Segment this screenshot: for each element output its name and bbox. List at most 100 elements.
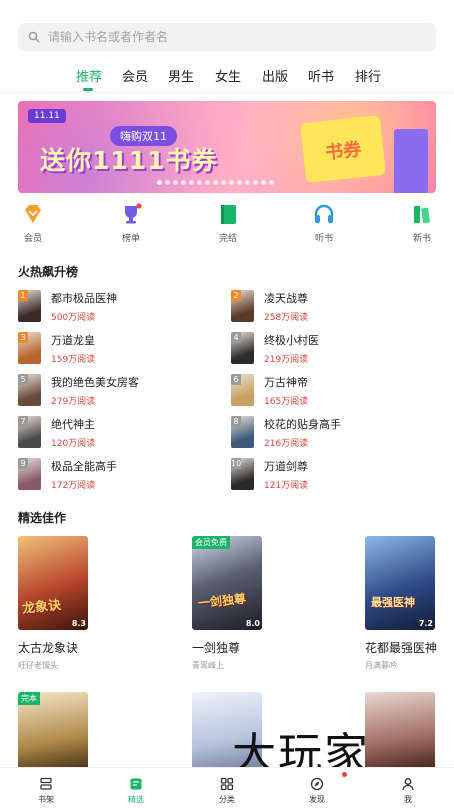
ranking-book-cover: 1 <box>18 290 41 322</box>
book-cover-title: 一剑独尊 <box>197 591 247 611</box>
pagination-dot[interactable] <box>173 180 178 185</box>
ranking-read-count: 219万阅读 <box>264 355 309 365</box>
ranking-item[interactable]: 1 都市极品医神 500万阅读 <box>18 290 218 324</box>
bottom-nav-label: 我 <box>404 795 412 804</box>
ranking-item[interactable]: 7 绝代神主 120万阅读 <box>18 416 218 450</box>
ranking-item[interactable]: 3 万道龙皇 159万阅读 <box>18 332 218 366</box>
bottom-nav-profile[interactable]: 我 <box>388 776 428 805</box>
pagination-dot[interactable] <box>189 180 194 185</box>
pagination-dot[interactable] <box>213 180 218 185</box>
trophy-icon <box>120 203 142 225</box>
bookshelf-icon <box>39 776 53 790</box>
ranking-book-cover: 6 <box>231 374 254 406</box>
pagination-dot[interactable] <box>245 180 250 185</box>
banner-headline: 送你1111书券 <box>40 146 218 175</box>
ranking-read-count: 165万阅读 <box>264 397 309 407</box>
ranking-item[interactable]: 5 我的绝色美女房客 279万阅读 <box>18 374 218 408</box>
featured-icon <box>129 776 143 790</box>
book-cover: 最强医神 7.2 <box>365 536 435 630</box>
pagination-dot[interactable] <box>221 180 226 185</box>
tab-male[interactable]: 男生 <box>168 66 194 85</box>
pagination-dot[interactable] <box>205 180 210 185</box>
watermark-dot <box>342 772 347 777</box>
tab-vip[interactable]: 会员 <box>122 66 148 85</box>
bottom-nav-featured[interactable]: 精选 <box>116 776 156 805</box>
ranking-read-count: 258万阅读 <box>264 313 309 323</box>
search-input[interactable] <box>48 30 408 44</box>
pagination-dot[interactable] <box>181 180 186 185</box>
ranking-item[interactable]: 9 极品全能高手 172万阅读 <box>18 458 218 492</box>
ranking-item[interactable]: 2 凌天战尊 258万阅读 <box>231 290 431 324</box>
book-cover: 完本 <box>18 692 88 772</box>
active-tab-indicator <box>83 88 93 91</box>
ranking-number: 3 <box>18 332 28 343</box>
pagination-dot[interactable] <box>269 180 274 185</box>
tab-audiobook[interactable]: 听书 <box>308 66 334 85</box>
profile-icon <box>401 776 415 791</box>
bottom-nav-category[interactable]: 分类 <box>207 776 247 805</box>
ranking-book-cover: 7 <box>18 416 41 448</box>
search-bar[interactable] <box>18 23 436 51</box>
ranking-book-cover: 10 <box>231 458 254 490</box>
headphones-icon <box>313 203 335 225</box>
book-card[interactable]: 最强医神 7.2 花都最强医神 月满暮吟 <box>365 536 451 671</box>
book-complete-icon <box>217 203 239 225</box>
discover-icon <box>310 776 324 791</box>
book-card[interactable] <box>365 692 454 772</box>
ranking-number: 9 <box>18 458 28 469</box>
quick-nav-completed[interactable]: 完结 <box>206 203 250 244</box>
ranking-book-cover: 3 <box>18 332 41 364</box>
quick-nav-audiobook[interactable]: 听书 <box>302 203 346 244</box>
ranking-item[interactable]: 6 万古神帝 165万阅读 <box>231 374 431 408</box>
quick-nav-new-books[interactable]: 新书 <box>400 203 444 244</box>
bottom-nav-label: 书架 <box>38 795 54 804</box>
pagination-dot[interactable] <box>229 180 234 185</box>
tab-ranking[interactable]: 排行 <box>355 66 381 85</box>
ranking-number: 7 <box>18 416 28 427</box>
book-card[interactable]: 完本 <box>18 692 118 772</box>
book-cover: 龙象诀 8.3 <box>18 536 88 630</box>
ranking-book-cover: 5 <box>18 374 41 406</box>
ranking-item[interactable]: 4 终极小村医 219万阅读 <box>231 332 431 366</box>
pagination-dot[interactable] <box>237 180 242 185</box>
book-title: 一剑独尊 <box>192 641 241 655</box>
ranking-item[interactable]: 10 万道剑尊 121万阅读 <box>231 458 431 492</box>
completed-tag: 完本 <box>18 692 40 705</box>
ranking-book-title: 校花的贴身高手 <box>264 418 341 431</box>
bottom-nav-bookshelf[interactable]: 书架 <box>26 776 66 805</box>
ranking-number: 2 <box>231 290 241 301</box>
ranking-book-cover: 4 <box>231 332 254 364</box>
bottom-nav-label: 分类 <box>219 795 235 804</box>
ranking-book-title: 万道剑尊 <box>264 460 308 473</box>
book-card[interactable]: 会员免费 一剑独尊 8.0 一剑独尊 青鸾峰上 <box>192 536 292 671</box>
ranking-item[interactable]: 8 校花的贴身高手 216万阅读 <box>231 416 431 450</box>
book-card[interactable]: 龙象诀 8.3 太古龙象诀 旺仔老馒头 <box>18 536 118 671</box>
banner-shopping-cart-illustration: 书券 <box>300 114 386 184</box>
tab-female[interactable]: 女生 <box>215 66 241 85</box>
pagination-dot[interactable] <box>253 180 258 185</box>
hot-section-title: 火热飙升榜 <box>18 265 79 279</box>
ranking-read-count: 216万阅读 <box>264 439 309 449</box>
banner-pagination-dots <box>157 180 274 185</box>
ranking-book-title: 绝代神主 <box>51 418 95 431</box>
pagination-dot[interactable] <box>261 180 266 185</box>
quick-nav-charts[interactable]: 榜单 <box>109 203 153 244</box>
pagination-dot[interactable] <box>197 180 202 185</box>
vip-free-tag: 会员免费 <box>192 536 230 549</box>
pagination-dot[interactable] <box>165 180 170 185</box>
tab-recommend[interactable]: 推荐 <box>76 66 102 85</box>
search-icon <box>28 28 40 47</box>
banner-building-illustration <box>394 129 428 193</box>
ranking-number: 6 <box>231 374 241 385</box>
tab-publish[interactable]: 出版 <box>262 66 288 85</box>
pagination-dot[interactable] <box>157 180 162 185</box>
book-score: 8.3 <box>71 619 86 628</box>
bottom-nav-discover[interactable]: 发现 <box>297 776 337 805</box>
quick-nav-vip[interactable]: 会员 <box>11 203 55 244</box>
book-cover-title: 最强医神 <box>371 596 415 609</box>
ranking-book-title: 万古神帝 <box>264 376 308 389</box>
ranking-number: 8 <box>231 416 241 427</box>
ranking-book-title: 万道龙皇 <box>51 334 95 347</box>
ranking-number: 5 <box>18 374 28 385</box>
quick-nav-label: 听书 <box>314 234 333 244</box>
